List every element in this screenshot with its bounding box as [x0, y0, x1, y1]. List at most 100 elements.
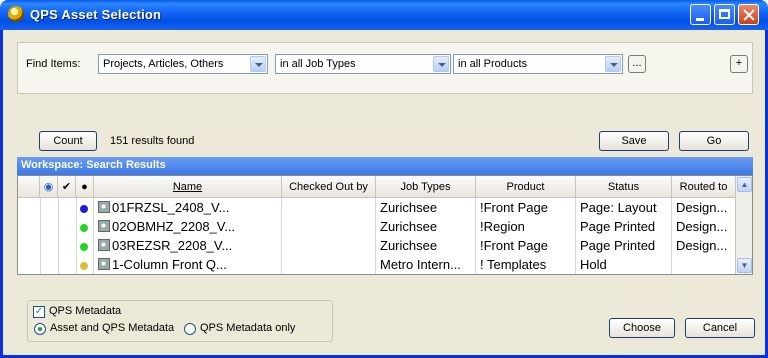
- status-dot-icon: [80, 242, 88, 251]
- cell-status: Hold: [576, 255, 672, 274]
- radio-asset-and-qps-label: Asset and QPS Metadata: [50, 322, 175, 334]
- radio-qps-only-label: QPS Metadata only: [200, 322, 296, 334]
- column-name[interactable]: Name: [94, 176, 282, 198]
- cancel-button[interactable]: Cancel: [685, 318, 755, 338]
- cell-job-types: Zurichsee: [376, 236, 476, 255]
- cell-routed-to-text: Design...: [676, 238, 728, 253]
- vertical-scrollbar[interactable]: ▲ ▼: [735, 176, 752, 274]
- metadata-options-group: Asset and QPS Metadata QPS Metadata only: [27, 300, 333, 342]
- asset-icon: [98, 258, 110, 270]
- cell-job-types-text: Zurichsee: [380, 238, 438, 253]
- cell-status: Page: Layout: [576, 198, 672, 217]
- cell-name-text: 1-Column Front Q...: [112, 257, 227, 272]
- find-items-panel: Find Items: Projects, Articles, Others i…: [17, 42, 753, 94]
- count-button[interactable]: Count: [39, 131, 97, 151]
- column-routed-to[interactable]: Routed to: [672, 176, 736, 198]
- cell-job-types: Zurichsee: [376, 198, 476, 217]
- radio-qps-only[interactable]: [184, 323, 196, 335]
- asset-icon: [98, 239, 110, 251]
- search-results-grid: ◉ ✔ ● Name Checked Out by Job Types Prod…: [17, 175, 753, 275]
- products-value: in all Products: [458, 58, 528, 70]
- radio-asset-and-qps[interactable]: [34, 323, 46, 335]
- cell-checked-out-by: [282, 236, 376, 255]
- job-types-value: in all Job Types: [280, 58, 356, 70]
- cell-job-types-text: Zurichsee: [380, 200, 438, 215]
- scroll-up-icon[interactable]: ▲: [737, 177, 752, 192]
- search-results-header: Workspace: Search Results: [17, 157, 753, 175]
- cell-name-text: 02OBMHZ_2208_V...: [112, 219, 236, 234]
- scope-dropdown[interactable]: Projects, Articles, Others: [98, 54, 268, 74]
- cell-checked-out-by: [282, 217, 376, 236]
- asset-icon: [98, 201, 110, 213]
- choose-button[interactable]: Choose: [609, 318, 675, 338]
- cell-product-text: !Region: [480, 219, 525, 234]
- cell-name: 02OBMHZ_2208_V...: [94, 217, 282, 236]
- results-count: 151 results found: [110, 135, 195, 147]
- checkmark-icon[interactable]: ✔: [58, 176, 76, 198]
- scroll-down-icon[interactable]: ▼: [737, 258, 752, 273]
- cell-status-text: Hold: [580, 257, 607, 272]
- close-button[interactable]: [738, 4, 759, 25]
- cell-product: ! Templates: [476, 255, 576, 274]
- cell-routed-to: Design...: [672, 217, 736, 236]
- table-row[interactable]: 01FRZSL_2408_V... Zurichsee !Front Page Pag…: [18, 198, 736, 217]
- title-bar[interactable]: QPS Asset Selection: [0, 0, 768, 30]
- job-types-dropdown[interactable]: in all Job Types: [275, 54, 451, 74]
- go-button[interactable]: Go: [679, 131, 749, 151]
- cell-name: 01FRZSL_2408_V...: [94, 198, 282, 217]
- chevron-down-icon[interactable]: [433, 56, 449, 72]
- table-row[interactable]: 02OBMHZ_2208_V... Zurichsee !Region Page Pr…: [18, 217, 736, 236]
- table-row[interactable]: 03REZSR_2208_V... Zurichsee !Front Page Pag…: [18, 236, 736, 255]
- cell-status: Page Printed: [576, 217, 672, 236]
- cell-routed-to-text: Design...: [676, 200, 728, 215]
- cell-job-types-text: Zurichsee: [380, 219, 438, 234]
- save-button[interactable]: Save: [599, 131, 669, 151]
- cell-job-types-text: Metro Intern...: [380, 257, 461, 272]
- cell-status-text: Page: Layout: [580, 200, 657, 215]
- status-dot-icon: [80, 261, 88, 270]
- column-job-types[interactable]: Job Types: [376, 176, 476, 198]
- cell-name: 03REZSR_2208_V...: [94, 236, 282, 255]
- row-header: [18, 176, 40, 198]
- table-row[interactable]: 1-Column Front Q... Metro Intern... ! Temp…: [18, 255, 736, 274]
- cell-checked-out-by: [282, 198, 376, 217]
- minimize-button[interactable]: [690, 4, 711, 25]
- asset-icon: [98, 220, 110, 232]
- cell-product: !Region: [476, 217, 576, 236]
- status-dot-icon: [80, 204, 88, 213]
- globe-icon[interactable]: ◉: [40, 176, 58, 198]
- window-title: QPS Asset Selection: [30, 7, 162, 22]
- cell-product-text: ! Templates: [480, 257, 547, 272]
- chevron-down-icon[interactable]: [605, 56, 621, 72]
- column-product[interactable]: Product: [476, 176, 576, 198]
- cell-name: 1-Column Front Q...: [94, 255, 282, 274]
- cell-product: !Front Page: [476, 236, 576, 255]
- status-dot-icon: [80, 223, 88, 232]
- find-items-label: Find Items:: [26, 58, 81, 70]
- products-dropdown[interactable]: in all Products: [453, 54, 623, 74]
- cell-status-text: Page Printed: [580, 219, 656, 234]
- cell-routed-to-text: Design...: [676, 219, 728, 234]
- cell-product-text: !Front Page: [480, 238, 548, 253]
- cell-job-types: Zurichsee: [376, 217, 476, 236]
- cell-routed-to: Design...: [672, 198, 736, 217]
- app-icon: [8, 6, 24, 22]
- cell-checked-out-by: [282, 255, 376, 274]
- column-status[interactable]: Status: [576, 176, 672, 198]
- qps-asset-selection-window: QPS Asset Selection Find Items: Projects…: [0, 0, 768, 358]
- cell-status-text: Page Printed: [580, 238, 656, 253]
- more-options-button[interactable]: ...: [628, 55, 646, 73]
- cell-routed-to: Design...: [672, 236, 736, 255]
- cell-job-types: Metro Intern...: [376, 255, 476, 274]
- cell-routed-to: [672, 255, 736, 274]
- cell-product: !Front Page: [476, 198, 576, 217]
- maximize-button[interactable]: [714, 4, 735, 25]
- column-checked-out-by[interactable]: Checked Out by: [282, 176, 376, 198]
- chevron-down-icon[interactable]: [250, 56, 266, 72]
- scope-value: Projects, Articles, Others: [103, 58, 224, 70]
- cell-name-text: 03REZSR_2208_V...: [112, 238, 233, 253]
- cell-name-text: 01FRZSL_2408_V...: [112, 200, 230, 215]
- add-criteria-button[interactable]: +: [730, 55, 748, 73]
- status-dot-icon[interactable]: ●: [76, 176, 94, 198]
- cell-status: Page Printed: [576, 236, 672, 255]
